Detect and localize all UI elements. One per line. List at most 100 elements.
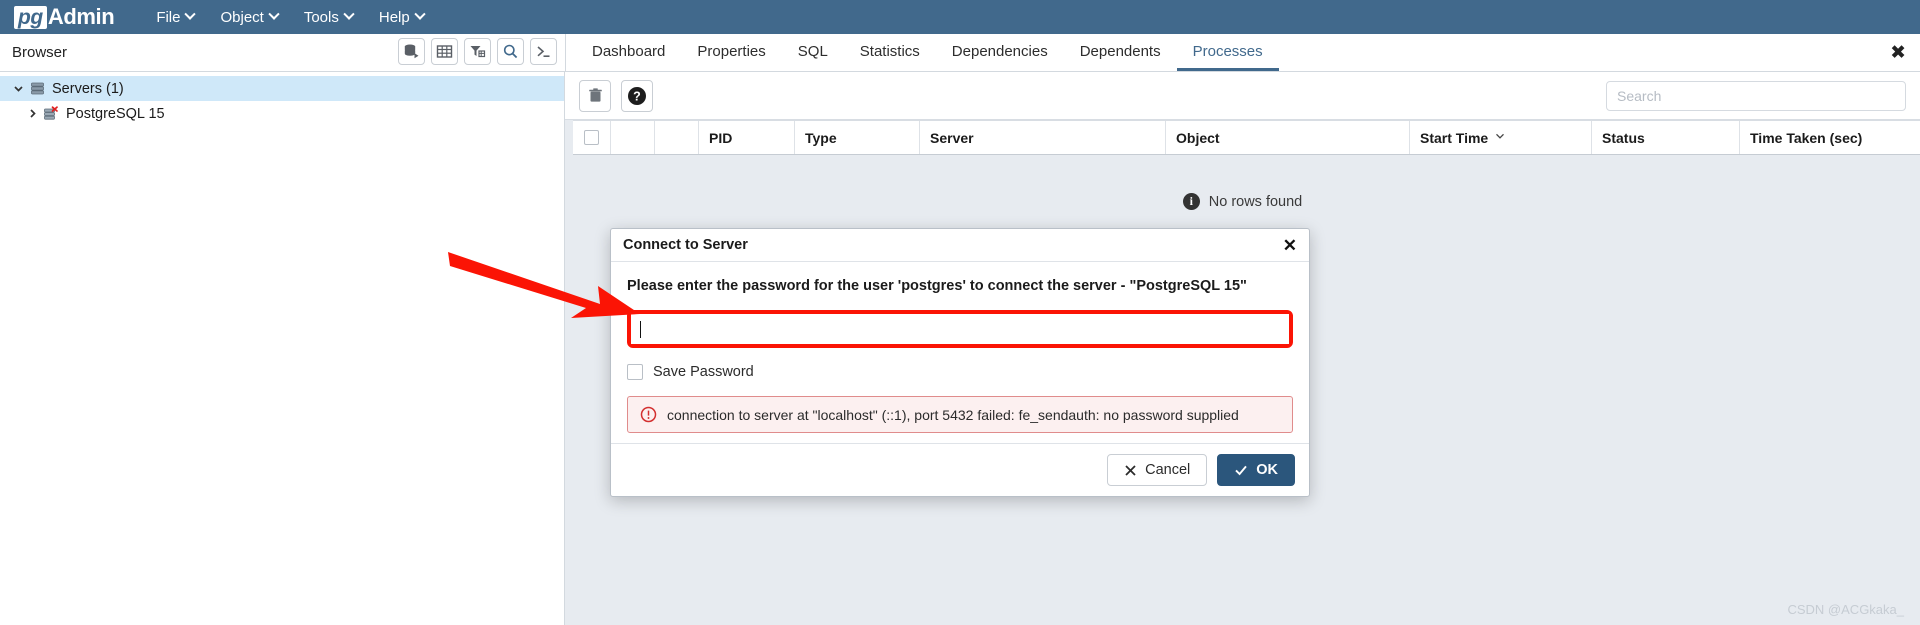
menu-file-label: File [156, 8, 181, 26]
grid-col-server-label: Server [930, 129, 974, 146]
tab-properties-label: Properties [697, 42, 766, 60]
error-circle-icon [640, 406, 657, 423]
grid-col-blank-1 [611, 121, 655, 154]
add-server-icon[interactable] [398, 38, 425, 65]
dialog-title: Connect to Server [623, 237, 748, 253]
server-group-icon [26, 81, 48, 96]
tab-sql[interactable]: SQL [782, 34, 844, 71]
select-all-checkbox[interactable] [573, 121, 611, 154]
password-highlight-annotation [627, 310, 1293, 348]
svg-text:?: ? [633, 89, 641, 103]
chevron-down-icon [1495, 131, 1505, 144]
grid-col-type[interactable]: Type [795, 121, 920, 154]
chevron-down-icon [343, 8, 355, 20]
grid-header-row: PID Type Server Object Start Time Status… [573, 120, 1920, 155]
help-circle-icon[interactable]: ? [621, 79, 653, 112]
tree-item-servers[interactable]: Servers (1) [0, 76, 564, 101]
text-cursor [640, 321, 641, 338]
tab-dependents-label: Dependents [1079, 42, 1161, 60]
check-icon [1235, 465, 1247, 476]
table-grid-icon[interactable] [431, 38, 458, 65]
browser-icon-toolbar [398, 38, 557, 65]
trash-icon[interactable] [579, 79, 611, 112]
secondary-bar: Browser Dashboard Properties SQL Statist… [0, 34, 1920, 72]
tree-item-postgresql-15[interactable]: PostgreSQL 15 [0, 101, 564, 126]
logo-pg-text: pg [14, 5, 47, 29]
tab-processes-label: Processes [1192, 42, 1263, 60]
search-input[interactable] [1606, 80, 1906, 111]
tab-statistics-label: Statistics [859, 42, 920, 60]
error-message-box: connection to server at "localhost" (::1… [627, 396, 1293, 433]
menu-help[interactable]: Help [369, 5, 434, 30]
filter-icon[interactable] [464, 38, 491, 65]
cancel-button[interactable]: Cancel [1107, 454, 1208, 486]
info-icon: i [1182, 193, 1200, 210]
tab-processes[interactable]: Processes [1176, 34, 1279, 71]
grid-col-time-taken-label: Time Taken (sec) [1750, 129, 1863, 146]
grid-col-pid[interactable]: PID [699, 121, 795, 154]
grid-col-blank-2 [655, 121, 699, 154]
menu-object[interactable]: Object [210, 5, 287, 30]
grid-col-object[interactable]: Object [1166, 121, 1410, 154]
dialog-footer: Cancel OK [611, 443, 1309, 496]
grid-col-type-label: Type [805, 129, 837, 146]
server-disconnected-icon [40, 105, 62, 122]
chevron-down-icon [184, 8, 197, 20]
processes-grid: PID Type Server Object Start Time Status… [565, 120, 1920, 210]
tab-sql-label: SQL [797, 42, 828, 60]
tree-item-servers-label: Servers (1) [52, 80, 124, 97]
processes-toolbar: ? [565, 72, 1920, 120]
dialog-body: Please enter the password for the user '… [611, 262, 1309, 443]
tab-dashboard-label: Dashboard [592, 42, 666, 60]
panel-tabs: Dashboard Properties SQL Statistics Depe… [566, 34, 1920, 71]
checkbox-icon [584, 130, 599, 145]
close-icon[interactable]: ✕ [1283, 237, 1297, 254]
tab-dependents[interactable]: Dependents [1064, 34, 1177, 71]
dialog-header: Connect to Server ✕ [611, 229, 1309, 262]
dialog-message: Please enter the password for the user '… [627, 278, 1247, 294]
grid-col-start-time-label: Start Time [1420, 129, 1489, 146]
browser-header: Browser [0, 34, 566, 71]
cancel-button-label: Cancel [1145, 462, 1191, 478]
grid-col-pid-label: PID [709, 129, 733, 146]
tab-properties[interactable]: Properties [681, 34, 781, 71]
x-icon [1125, 464, 1136, 476]
chevron-right-icon[interactable] [24, 108, 40, 119]
grid-col-status[interactable]: Status [1592, 121, 1740, 154]
logo-admin-text: Admin [47, 4, 115, 29]
search-icon[interactable] [497, 38, 524, 65]
tab-dependencies[interactable]: Dependencies [936, 34, 1064, 71]
chevron-down-icon[interactable] [10, 83, 26, 94]
password-input[interactable] [631, 314, 1289, 344]
grid-col-time-taken[interactable]: Time Taken (sec) [1740, 121, 1920, 154]
terminal-icon[interactable] [530, 38, 557, 65]
menu-help-label: Help [378, 8, 410, 26]
menu-object-label: Object [220, 8, 264, 26]
empty-state: i No rows found [565, 155, 1920, 210]
chevron-down-icon [414, 8, 426, 20]
object-browser-tree: Servers (1) PostgreSQL 15 [0, 72, 565, 625]
watermark: CSDN @ACGkaka_ [1787, 602, 1904, 617]
pgadmin-logo: pg Admin [14, 4, 115, 30]
menu-file[interactable]: File [146, 5, 204, 30]
save-password-checkbox[interactable] [627, 364, 643, 380]
close-icon[interactable]: ✖ [1890, 43, 1906, 62]
browser-title: Browser [12, 44, 68, 61]
tab-dependencies-label: Dependencies [951, 42, 1048, 60]
grid-col-status-label: Status [1602, 129, 1645, 146]
error-message-text: connection to server at "localhost" (::1… [667, 406, 1239, 423]
tab-statistics[interactable]: Statistics [844, 34, 936, 71]
empty-state-label: No rows found [1208, 193, 1303, 210]
tree-item-postgresql-15-label: PostgreSQL 15 [66, 105, 165, 122]
chevron-down-icon [268, 8, 280, 20]
ok-button[interactable]: OK [1217, 454, 1295, 486]
main-menu-bar: pg Admin File Object Tools Help [0, 0, 1920, 34]
grid-col-start-time[interactable]: Start Time [1410, 121, 1592, 154]
grid-col-server[interactable]: Server [920, 121, 1166, 154]
ok-button-label: OK [1256, 462, 1278, 478]
save-password-row[interactable]: Save Password [627, 364, 1293, 380]
menu-tools[interactable]: Tools [294, 5, 363, 30]
save-password-label: Save Password [653, 364, 754, 380]
grid-col-object-label: Object [1176, 129, 1220, 146]
tab-dashboard[interactable]: Dashboard [576, 34, 681, 71]
